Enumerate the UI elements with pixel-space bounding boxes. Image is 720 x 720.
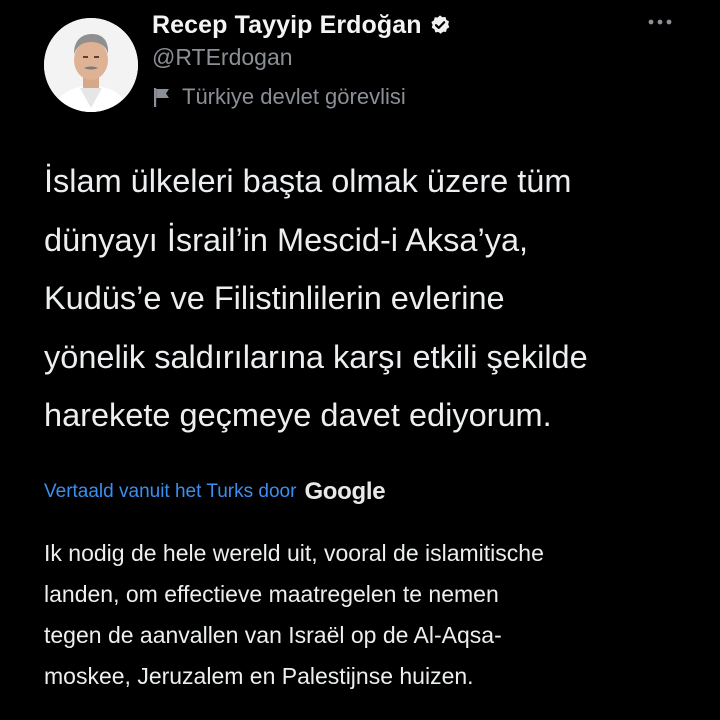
author-handle[interactable]: @RTErdogan [152,44,293,71]
avatar[interactable] [44,18,138,112]
flag-icon [154,88,169,107]
author-name-row: Recep Tayyip Erdoğan [152,8,451,42]
tweet-text: İslam ülkeleri başta olmak üzere tüm dün… [44,163,588,433]
translated-text: Ik nodig de hele wereld uit, vooral de i… [44,540,544,689]
translation-attribution: Vertaald vanuit het Turks door Google [44,474,386,510]
verified-badge-icon [431,15,450,34]
translation-label[interactable]: Vertaald vanuit het Turks door [44,481,296,503]
affiliation-label: Türkiye devlet görevlisi [182,84,406,109]
google-logo: Google [304,478,386,505]
tweet: Recep Tayyip Erdoğan @RTErdogan Türkiye … [0,0,720,720]
affiliation-label-row: Türkiye devlet görevlisi [152,82,406,112]
author-display-name[interactable]: Recep Tayyip Erdoğan [152,11,422,40]
avatar-image [44,18,138,112]
more-options-icon[interactable] [646,12,674,32]
